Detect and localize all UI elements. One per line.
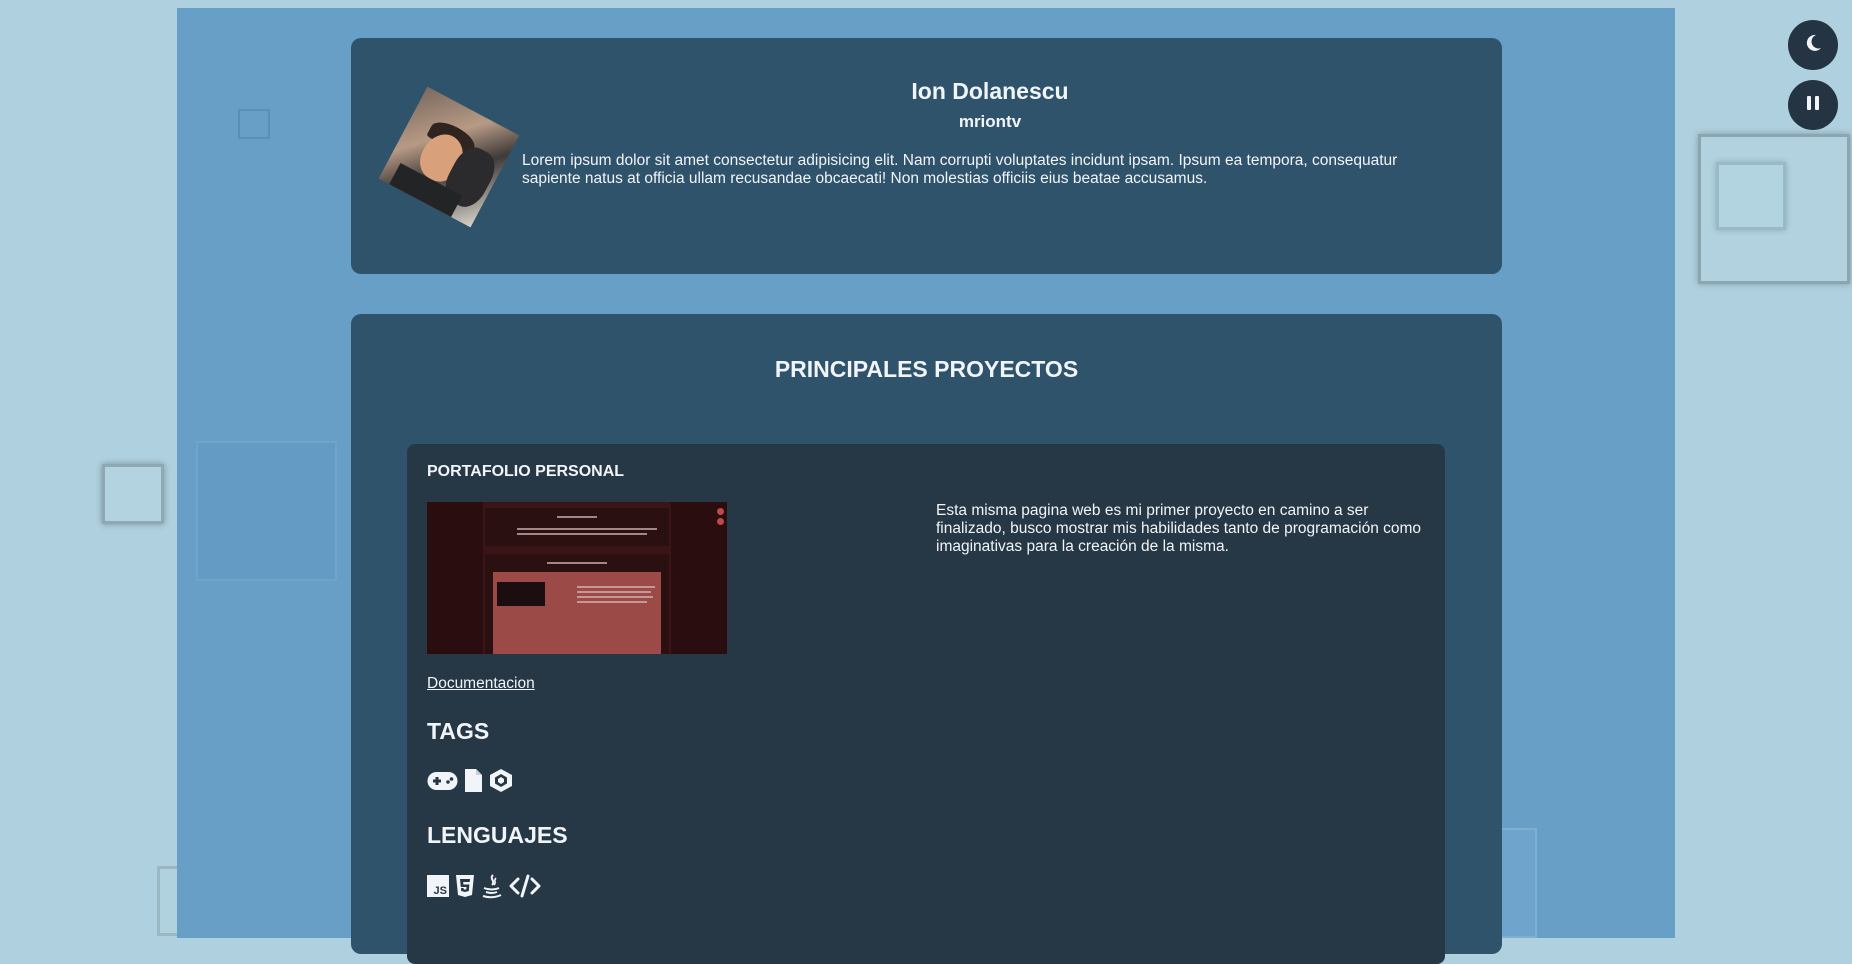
tags-heading: TAGS [427,718,490,744]
unity-icon [489,768,513,798]
languages-icons: JS [427,873,541,904]
profile-name: Ion Dolanescu [911,78,1069,104]
html5-icon [455,874,475,903]
project-screenshot [427,502,727,654]
gamepad-icon [427,771,458,796]
file-icon [464,768,483,798]
profile-username: mriontv [958,112,1022,131]
js-icon: JS [427,875,449,902]
bg-square [102,464,164,524]
bg-square [238,109,270,139]
section-title: PRINCIPALES PROYECTOS [774,356,1079,382]
moon-icon [1803,33,1823,58]
theme-toggle-button[interactable] [1788,20,1838,70]
bg-square [1716,162,1786,230]
pause-button[interactable] [1788,80,1838,130]
tags-icons [427,768,513,798]
project-title: PORTAFOLIO PERSONAL [427,463,625,480]
java-icon [481,873,503,904]
languages-heading: LENGUAJES [427,822,568,848]
svg-text:JS: JS [434,885,447,897]
project-description: Esta misma pagina web es mi primer proye… [936,502,1422,555]
documentation-link[interactable]: Documentacion [427,675,535,693]
pause-icon [1806,95,1820,116]
code-icon [509,874,541,903]
bg-square [196,441,337,581]
profile-bio: Lorem ipsum dolor sit amet consectetur a… [522,152,1398,187]
